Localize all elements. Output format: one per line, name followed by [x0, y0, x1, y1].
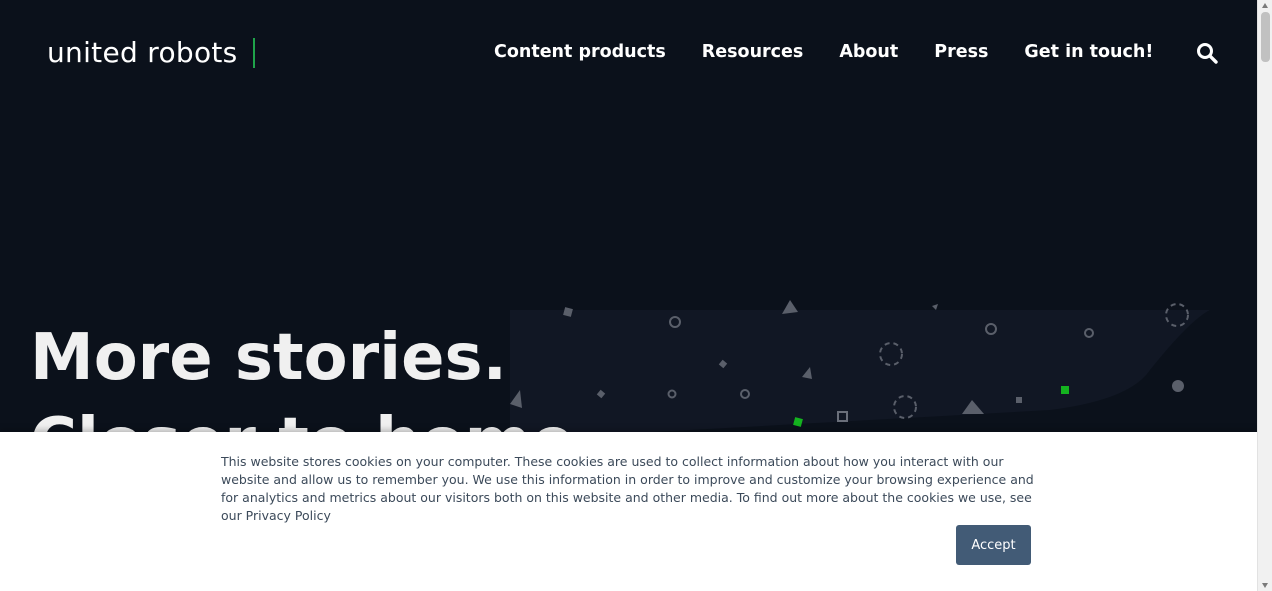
nav-content-products[interactable]: Content products: [494, 42, 666, 62]
nav-resources[interactable]: Resources: [702, 42, 804, 62]
nav-get-in-touch[interactable]: Get in touch!: [1024, 42, 1153, 62]
cookie-banner: This website stores cookies on your comp…: [0, 432, 1257, 591]
hero-decoration: [510, 300, 1210, 440]
scrollbar[interactable]: [1257, 0, 1272, 591]
page: united robots Content products Resources…: [0, 0, 1257, 591]
nav-about[interactable]: About: [839, 42, 898, 62]
logo-cursor: [253, 38, 255, 68]
scrollbar-thumb[interactable]: [1261, 12, 1270, 62]
cookie-text: This website stores cookies on your comp…: [221, 454, 1034, 523]
scroll-down-icon[interactable]: [1262, 583, 1268, 588]
accept-button[interactable]: Accept: [956, 525, 1031, 565]
scroll-up-icon[interactable]: [1262, 3, 1268, 8]
main-nav: Content products Resources About Press G…: [494, 42, 1153, 62]
search-icon[interactable]: [1196, 42, 1218, 64]
hero-line-1: More stories.: [30, 321, 507, 395]
nav-press[interactable]: Press: [934, 42, 988, 62]
logo[interactable]: united robots: [47, 36, 238, 69]
